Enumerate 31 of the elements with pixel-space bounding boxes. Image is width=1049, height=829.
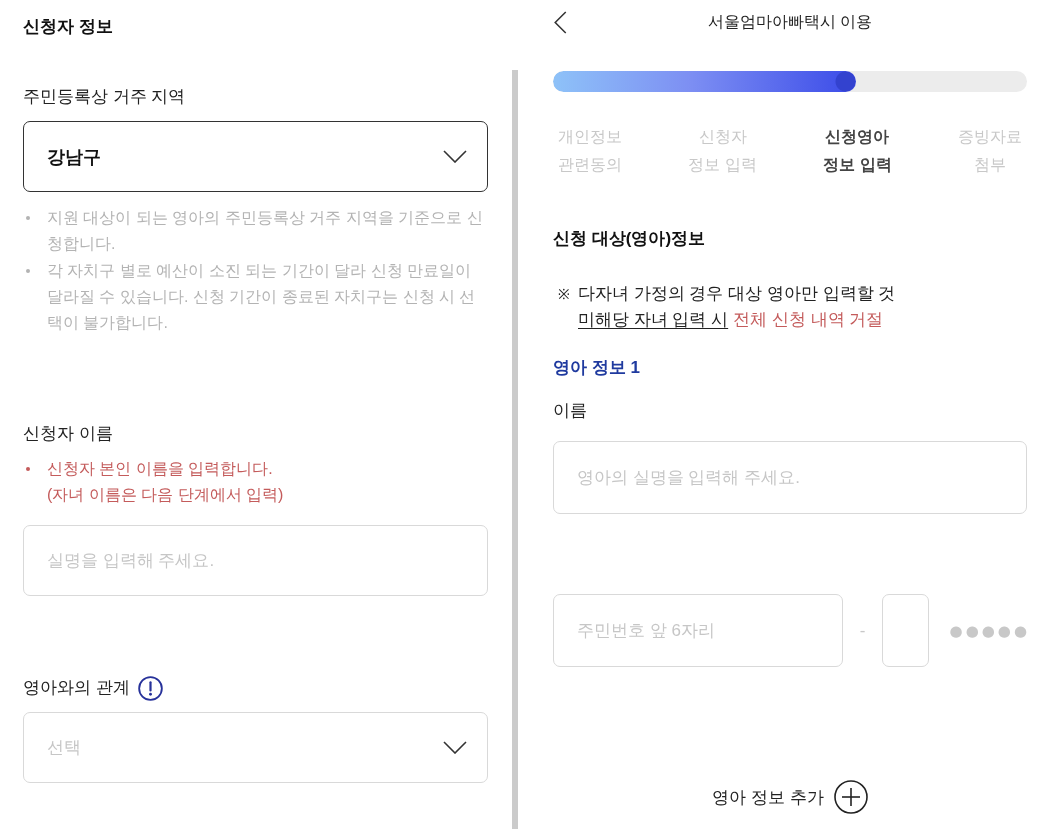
name-input[interactable]: 실명을 입력해 주세요.: [23, 525, 488, 596]
child-name-input[interactable]: 영아의 실명을 입력해 주세요.: [553, 441, 1027, 514]
chevron-down-icon: [443, 150, 467, 163]
child-section-title: 영아 정보 1: [553, 357, 641, 379]
hint-text: 신청자 본인 이름을 입력합니다. (자녀 이름은 다음 단계에서 입력): [47, 459, 284, 505]
id-number-input[interactable]: 주민번호 앞 6자리: [553, 594, 843, 667]
page-title: 서울엄마아빠택시 이용: [707, 12, 873, 32]
dropdown-field[interactable]: 강남구: [23, 121, 488, 192]
bullet-icon: [26, 269, 30, 273]
plus-circle-icon: [833, 780, 868, 814]
scrollbar-thumb[interactable]: [512, 70, 518, 829]
digit-input[interactable]: [882, 594, 929, 667]
field-label: 신청자 이름: [23, 423, 113, 445]
hint-text: 지원 대상이 되는 영아의 주민등록상 거주 지역을 기준으로 신청합니다.: [47, 208, 484, 254]
field-label: 영아와의 관계: [23, 677, 130, 699]
notice-text: 다자녀 가정의 경우 대상 영아만 입력할 것 미해당 자녀 입력 시 전체 신청 내역 거절: [578, 283, 896, 331]
section-heading: 신청 대상(영아)정보: [553, 228, 707, 250]
masked-digits: ●●●●●: [949, 621, 1030, 640]
back-icon[interactable]: [553, 11, 567, 34]
add-child-button[interactable]: 영아 정보 추가: [712, 780, 868, 814]
hint-text: 각 자치구 별로 예산이 소진 되는 기간이 달라 신청 만료일이 달라질 수 있습니다. 신청 기간이 종료된 자치구는 신청 시 선택이 불가합니다.: [47, 261, 477, 333]
bullet-icon: [26, 467, 30, 471]
bullet-icon: [26, 216, 30, 220]
field-label: 이름: [553, 400, 588, 422]
separator-dash: -: [858, 620, 867, 641]
reference-mark: ※: [558, 285, 571, 304]
chevron-down-icon: [443, 741, 467, 754]
section-heading: 신청자 정보: [23, 16, 114, 38]
info-icon[interactable]: [137, 675, 163, 701]
field-label: 주민등록상 거주 지역: [23, 86, 186, 108]
step-label: 신청영아 정보 입력: [823, 127, 892, 175]
